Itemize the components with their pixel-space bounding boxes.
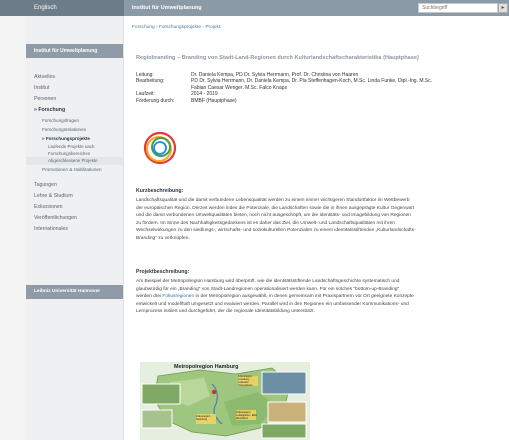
- project-logo-icon: [143, 131, 177, 165]
- sidebar-item-exkursionen[interactable]: Exkursionen: [26, 202, 123, 213]
- meta-key: Bearbeitung:: [136, 78, 165, 85]
- map-title: Metropolregion Hamburg: [174, 364, 239, 370]
- sidebar-item-forschungsrelationen[interactable]: Forschungsrelationen: [26, 125, 123, 134]
- map-label: Fokusregion Lüneburg - Lübecker Ostseekü…: [238, 375, 253, 387]
- search-input[interactable]: [418, 3, 498, 13]
- left-gutter: [0, 16, 26, 440]
- sidebar-header[interactable]: Institut für Umweltplanung: [26, 44, 123, 58]
- map-graphic: [140, 362, 310, 440]
- meta-value: BMBF (Hauptphase): [191, 97, 237, 104]
- breadcrumb[interactable]: Forschung › Forschungsprojekte › Projekt: [132, 25, 220, 30]
- sidebar-item-forschungsprojekte[interactable]: » Forschungsprojekte: [26, 134, 123, 143]
- sidebar-item-forschungsfragen[interactable]: Forschungsfragen: [26, 116, 123, 125]
- project-description-heading: Projektbeschreibung:: [136, 269, 190, 275]
- main-content: Forschung › Forschungsprojekte › Projekt…: [124, 16, 509, 440]
- map-label: Fokusregion Steinburg: [196, 415, 211, 421]
- short-description-heading: Kurzbeschreibung:: [136, 188, 184, 194]
- sidebar-item-institut[interactable]: Institut: [26, 83, 123, 94]
- sidebar-item-promotionen[interactable]: Promotionen & Habilitationen: [26, 165, 123, 174]
- sidebar-item-internationales[interactable]: Internationales: [26, 224, 123, 235]
- meta-key: Förderung durch:: [136, 97, 175, 104]
- sidebar-item-lehre[interactable]: Lehre & Studium: [26, 191, 123, 202]
- sidebar-nav: Aktuelles Institut Personen » Forschung …: [26, 72, 123, 235]
- map-label: Fokusregion Ludwigslust - Elbe Wendland: [236, 411, 258, 420]
- sidebar-item-laufende-projekte[interactable]: Laufende Projekte nach Forschungsbereich…: [26, 143, 123, 157]
- search-button[interactable]: ▸: [498, 3, 508, 13]
- meta-row-foerderung: Förderung durch: BMBF (Hauptphase): [136, 98, 436, 104]
- page-title: Regiobranding – Branding von Stadt-Land-…: [136, 55, 419, 61]
- meta-row-bearbeitung: Bearbeitung: PD Dr. Sylvia Herrmann, Dr.…: [136, 78, 436, 91]
- sidebar-item-veroeffentlichungen[interactable]: Veröffentlichungen: [26, 213, 123, 224]
- short-description-text: Landschaftsqualität und die damit verbun…: [136, 198, 416, 241]
- sidebar: Institut für Umweltplanung Aktuelles Ins…: [26, 16, 124, 440]
- project-meta: Leitung: Dr. Daniela Kempa, PD Dr. Sylvi…: [136, 72, 436, 104]
- metropolregion-map: Metropolregion Hamburg Fokusregion Lüneb…: [140, 362, 310, 440]
- sidebar-item-aktuelles[interactable]: Aktuelles: [26, 72, 123, 83]
- focus-regions-link[interactable]: Fokusregionen: [162, 294, 194, 299]
- project-description-text: Am Beispiel der Metropolregion Hamburg w…: [136, 278, 416, 316]
- sidebar-item-tagungen[interactable]: Tagungen: [26, 180, 123, 191]
- university-link-box[interactable]: Leibniz Universität Hannover: [26, 285, 123, 299]
- sidebar-item-personen[interactable]: Personen: [26, 94, 123, 105]
- meta-value: PD Dr. Sylvia Herrmann, Dr. Daniela Kemp…: [191, 78, 433, 91]
- language-switch[interactable]: Englisch: [0, 0, 124, 16]
- sidebar-item-forschung[interactable]: » Forschung: [26, 105, 123, 116]
- sidebar-item-abgeschlossene-projekte[interactable]: Abgeschlossene Projekte: [26, 157, 123, 165]
